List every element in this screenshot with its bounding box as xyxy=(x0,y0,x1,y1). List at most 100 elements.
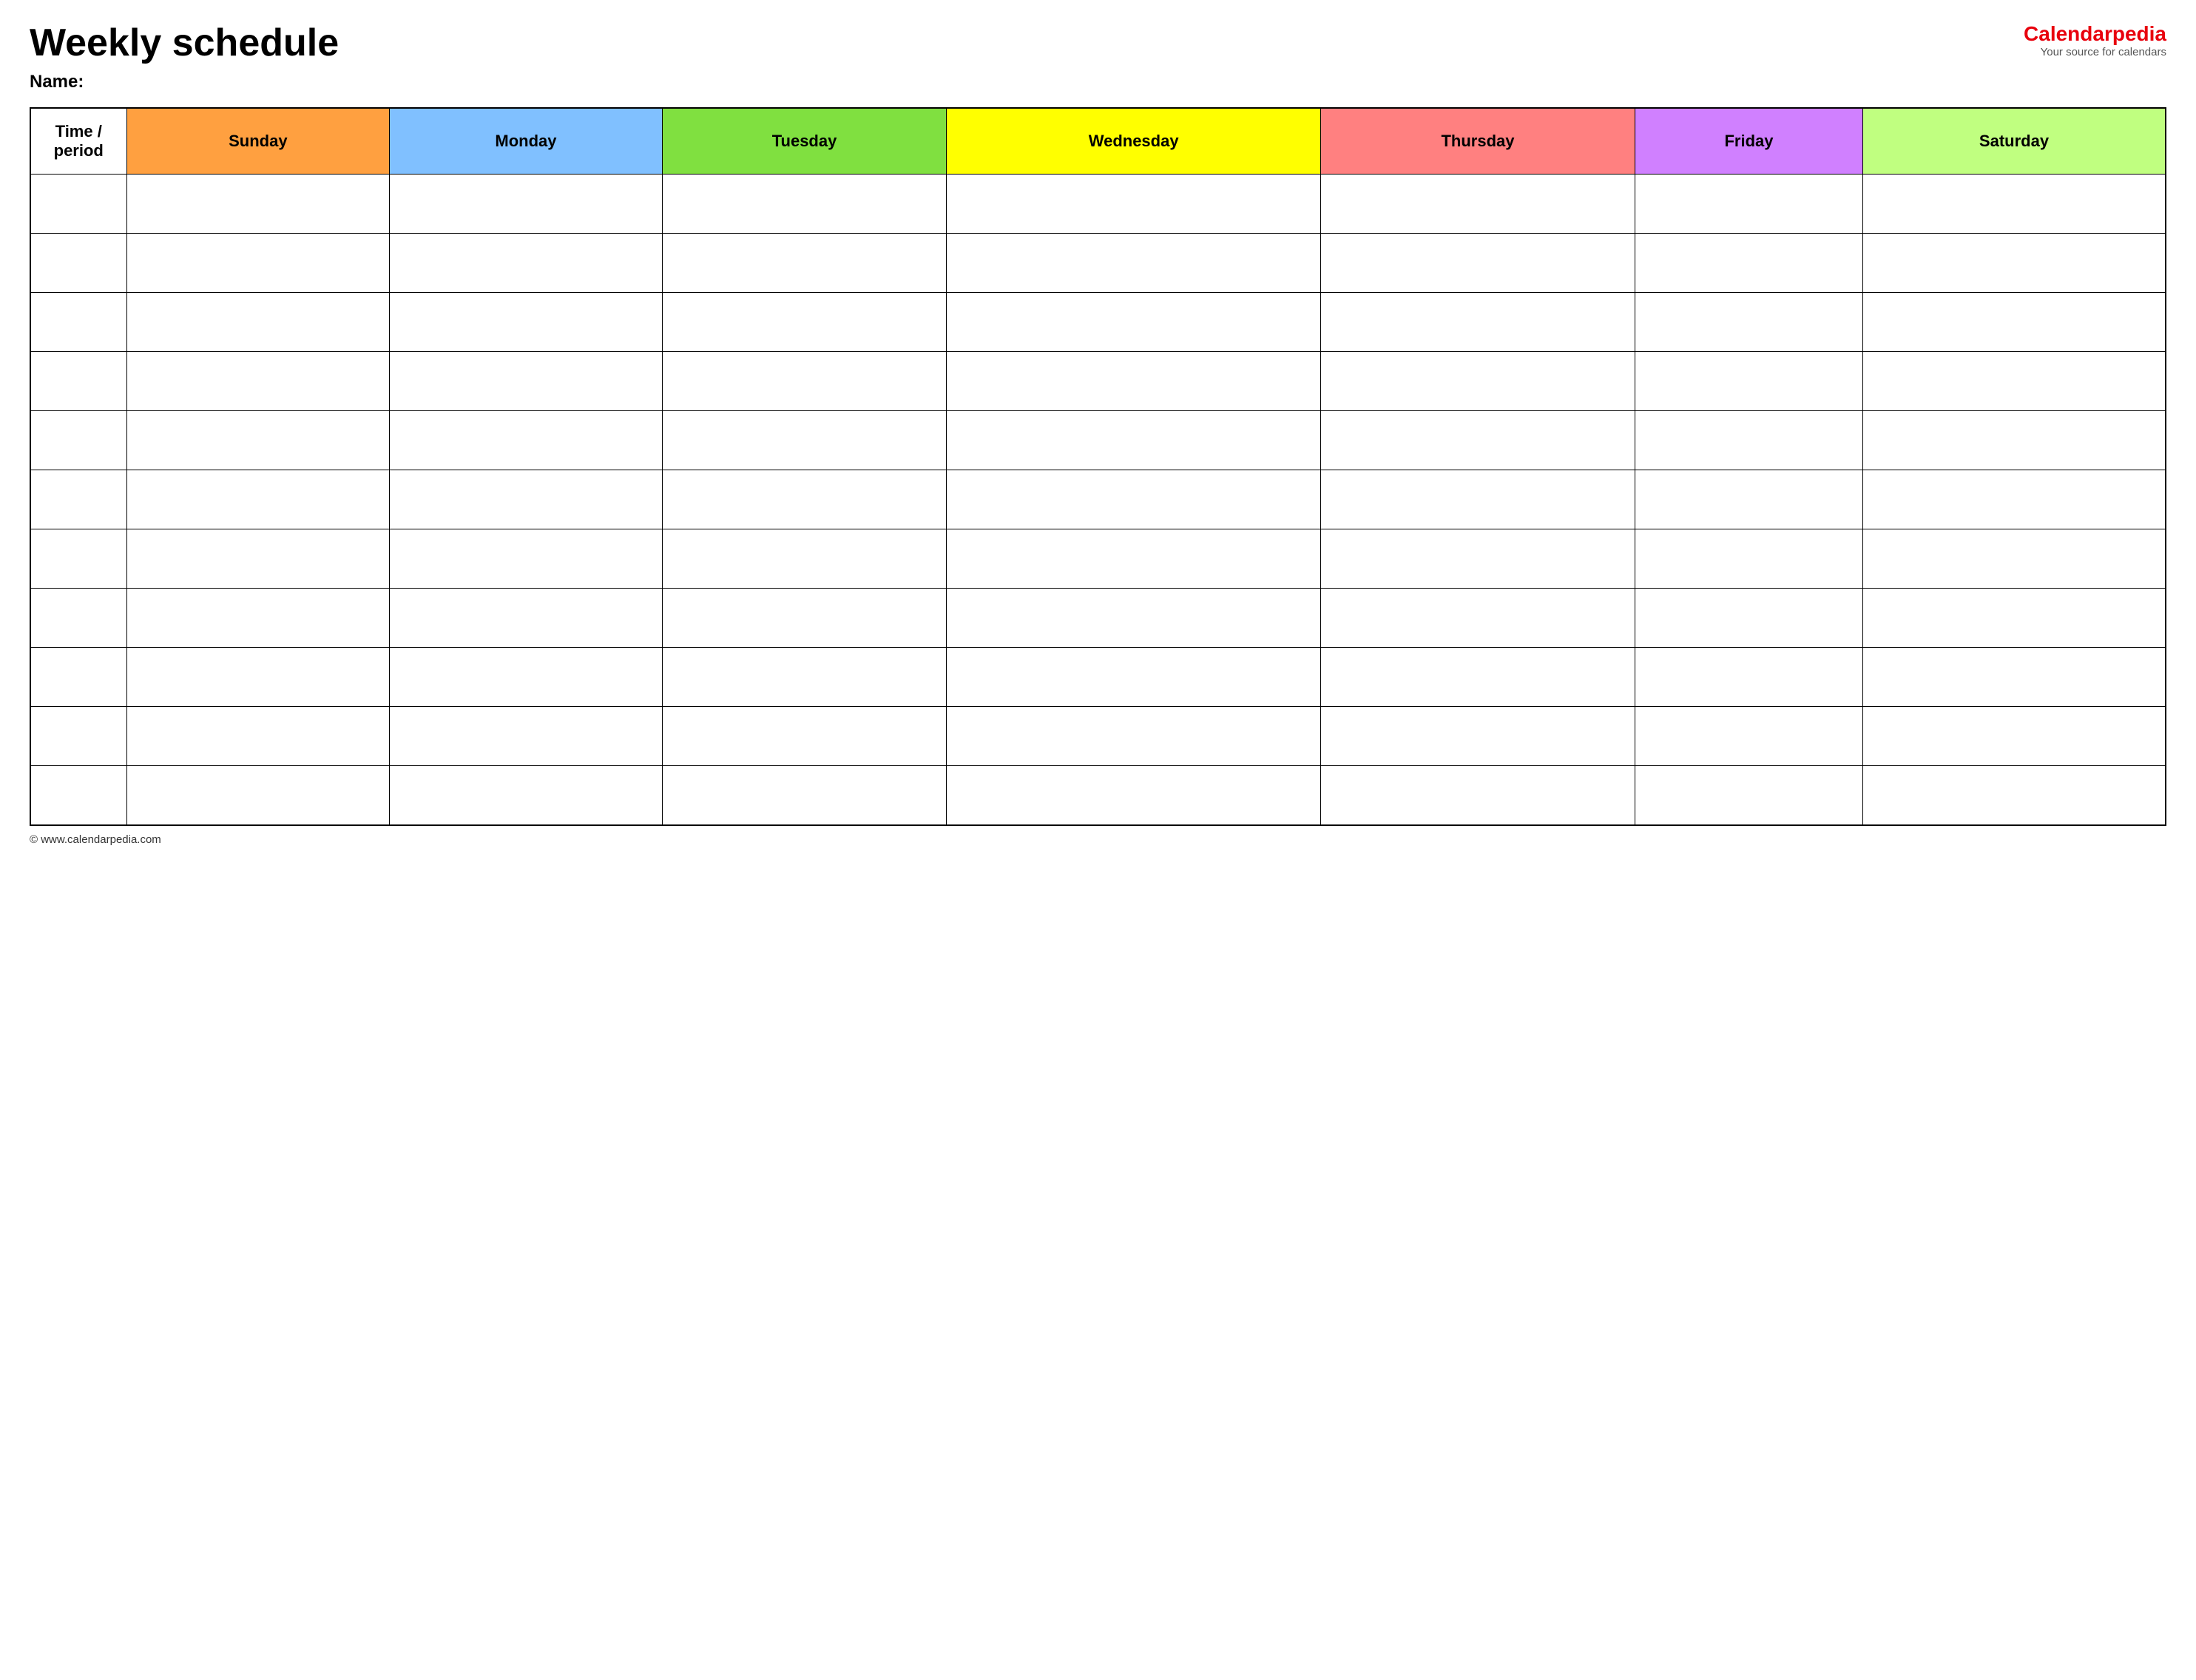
cell-saturday-row2[interactable] xyxy=(1863,293,2166,352)
cell-wednesday-row1[interactable] xyxy=(947,234,1321,293)
cell-saturday-row10[interactable] xyxy=(1863,766,2166,825)
cell-monday-row1[interactable] xyxy=(390,234,663,293)
cell-thursday-row5[interactable] xyxy=(1321,470,1635,529)
cell-time-row9[interactable] xyxy=(30,707,126,766)
cell-tuesday-row8[interactable] xyxy=(662,648,947,707)
cell-saturday-row0[interactable] xyxy=(1863,175,2166,234)
cell-thursday-row0[interactable] xyxy=(1321,175,1635,234)
cell-sunday-row6[interactable] xyxy=(126,529,390,589)
cell-time-row4[interactable] xyxy=(30,411,126,470)
cell-tuesday-row7[interactable] xyxy=(662,589,947,648)
page-title: Weekly schedule xyxy=(30,22,339,64)
logo-text: Calendarpedia xyxy=(2024,22,2166,46)
cell-saturday-row8[interactable] xyxy=(1863,648,2166,707)
cell-sunday-row0[interactable] xyxy=(126,175,390,234)
cell-thursday-row9[interactable] xyxy=(1321,707,1635,766)
col-header-wednesday: Wednesday xyxy=(947,108,1321,175)
cell-thursday-row3[interactable] xyxy=(1321,352,1635,411)
cell-time-row3[interactable] xyxy=(30,352,126,411)
cell-sunday-row10[interactable] xyxy=(126,766,390,825)
cell-saturday-row3[interactable] xyxy=(1863,352,2166,411)
cell-sunday-row8[interactable] xyxy=(126,648,390,707)
cell-time-row1[interactable] xyxy=(30,234,126,293)
cell-time-row2[interactable] xyxy=(30,293,126,352)
cell-friday-row1[interactable] xyxy=(1635,234,1862,293)
cell-thursday-row10[interactable] xyxy=(1321,766,1635,825)
table-row xyxy=(30,529,2166,589)
cell-tuesday-row5[interactable] xyxy=(662,470,947,529)
cell-time-row0[interactable] xyxy=(30,175,126,234)
cell-friday-row8[interactable] xyxy=(1635,648,1862,707)
cell-monday-row9[interactable] xyxy=(390,707,663,766)
cell-monday-row2[interactable] xyxy=(390,293,663,352)
cell-saturday-row1[interactable] xyxy=(1863,234,2166,293)
cell-tuesday-row1[interactable] xyxy=(662,234,947,293)
cell-saturday-row9[interactable] xyxy=(1863,707,2166,766)
cell-monday-row0[interactable] xyxy=(390,175,663,234)
cell-time-row8[interactable] xyxy=(30,648,126,707)
cell-friday-row3[interactable] xyxy=(1635,352,1862,411)
cell-friday-row5[interactable] xyxy=(1635,470,1862,529)
cell-wednesday-row5[interactable] xyxy=(947,470,1321,529)
cell-sunday-row7[interactable] xyxy=(126,589,390,648)
cell-friday-row7[interactable] xyxy=(1635,589,1862,648)
cell-tuesday-row4[interactable] xyxy=(662,411,947,470)
cell-friday-row2[interactable] xyxy=(1635,293,1862,352)
cell-wednesday-row7[interactable] xyxy=(947,589,1321,648)
cell-sunday-row5[interactable] xyxy=(126,470,390,529)
table-row xyxy=(30,707,2166,766)
cell-tuesday-row10[interactable] xyxy=(662,766,947,825)
cell-monday-row3[interactable] xyxy=(390,352,663,411)
cell-sunday-row9[interactable] xyxy=(126,707,390,766)
cell-sunday-row2[interactable] xyxy=(126,293,390,352)
cell-wednesday-row9[interactable] xyxy=(947,707,1321,766)
cell-monday-row6[interactable] xyxy=(390,529,663,589)
cell-friday-row0[interactable] xyxy=(1635,175,1862,234)
cell-wednesday-row6[interactable] xyxy=(947,529,1321,589)
cell-sunday-row4[interactable] xyxy=(126,411,390,470)
cell-wednesday-row4[interactable] xyxy=(947,411,1321,470)
cell-sunday-row3[interactable] xyxy=(126,352,390,411)
table-row xyxy=(30,293,2166,352)
cell-saturday-row4[interactable] xyxy=(1863,411,2166,470)
cell-thursday-row6[interactable] xyxy=(1321,529,1635,589)
col-header-time: Time / period xyxy=(30,108,126,175)
cell-friday-row4[interactable] xyxy=(1635,411,1862,470)
logo-brand: Calendar xyxy=(2024,22,2112,45)
cell-tuesday-row2[interactable] xyxy=(662,293,947,352)
header-row: Time / period Sunday Monday Tuesday Wedn… xyxy=(30,108,2166,175)
cell-monday-row8[interactable] xyxy=(390,648,663,707)
cell-thursday-row7[interactable] xyxy=(1321,589,1635,648)
cell-tuesday-row6[interactable] xyxy=(662,529,947,589)
cell-monday-row7[interactable] xyxy=(390,589,663,648)
cell-wednesday-row8[interactable] xyxy=(947,648,1321,707)
cell-tuesday-row0[interactable] xyxy=(662,175,947,234)
cell-monday-row5[interactable] xyxy=(390,470,663,529)
table-row xyxy=(30,589,2166,648)
cell-thursday-row2[interactable] xyxy=(1321,293,1635,352)
cell-time-row5[interactable] xyxy=(30,470,126,529)
cell-friday-row9[interactable] xyxy=(1635,707,1862,766)
cell-thursday-row1[interactable] xyxy=(1321,234,1635,293)
cell-thursday-row4[interactable] xyxy=(1321,411,1635,470)
cell-monday-row4[interactable] xyxy=(390,411,663,470)
cell-wednesday-row3[interactable] xyxy=(947,352,1321,411)
cell-sunday-row1[interactable] xyxy=(126,234,390,293)
cell-thursday-row8[interactable] xyxy=(1321,648,1635,707)
cell-tuesday-row3[interactable] xyxy=(662,352,947,411)
cell-saturday-row6[interactable] xyxy=(1863,529,2166,589)
cell-friday-row6[interactable] xyxy=(1635,529,1862,589)
col-header-sunday: Sunday xyxy=(126,108,390,175)
cell-wednesday-row2[interactable] xyxy=(947,293,1321,352)
cell-wednesday-row0[interactable] xyxy=(947,175,1321,234)
cell-time-row6[interactable] xyxy=(30,529,126,589)
cell-saturday-row7[interactable] xyxy=(1863,589,2166,648)
cell-tuesday-row9[interactable] xyxy=(662,707,947,766)
cell-time-row10[interactable] xyxy=(30,766,126,825)
cell-friday-row10[interactable] xyxy=(1635,766,1862,825)
cell-wednesday-row10[interactable] xyxy=(947,766,1321,825)
cell-monday-row10[interactable] xyxy=(390,766,663,825)
cell-time-row7[interactable] xyxy=(30,589,126,648)
schedule-table: Time / period Sunday Monday Tuesday Wedn… xyxy=(30,107,2166,826)
cell-saturday-row5[interactable] xyxy=(1863,470,2166,529)
